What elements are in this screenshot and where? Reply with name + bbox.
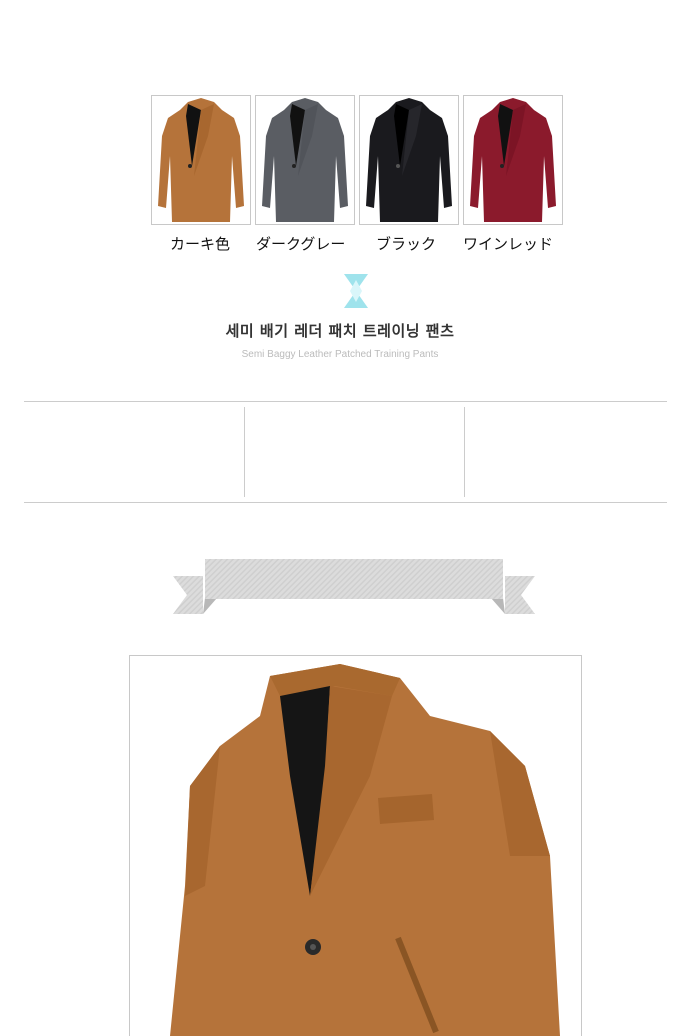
table-column-divider — [464, 407, 465, 497]
swatch-black[interactable] — [359, 95, 459, 225]
table-bottom-border — [24, 502, 667, 503]
swatch-dark-gray[interactable] — [255, 95, 355, 225]
color-label-khaki: カーキ色 — [170, 235, 231, 253]
section-title: 세미 배기 레더 패치 트레이닝 팬츠 — [225, 322, 455, 340]
diamond-divider-icon — [344, 274, 368, 308]
color-label-dark-gray: ダークグレー — [256, 235, 346, 253]
table-top-border — [24, 401, 667, 402]
ribbon-banner — [173, 559, 535, 614]
table-column-divider — [244, 407, 245, 497]
color-label-black: ブラック — [376, 235, 437, 253]
color-swatch-group — [151, 95, 565, 225]
swatch-wine-red[interactable] — [463, 95, 563, 225]
color-label-wine-red: ワインレッド — [463, 235, 554, 253]
section-subtitle: Semi Baggy Leather Patched Training Pant… — [241, 349, 439, 360]
product-detail-image — [129, 655, 582, 1036]
swatch-khaki[interactable] — [151, 95, 251, 225]
